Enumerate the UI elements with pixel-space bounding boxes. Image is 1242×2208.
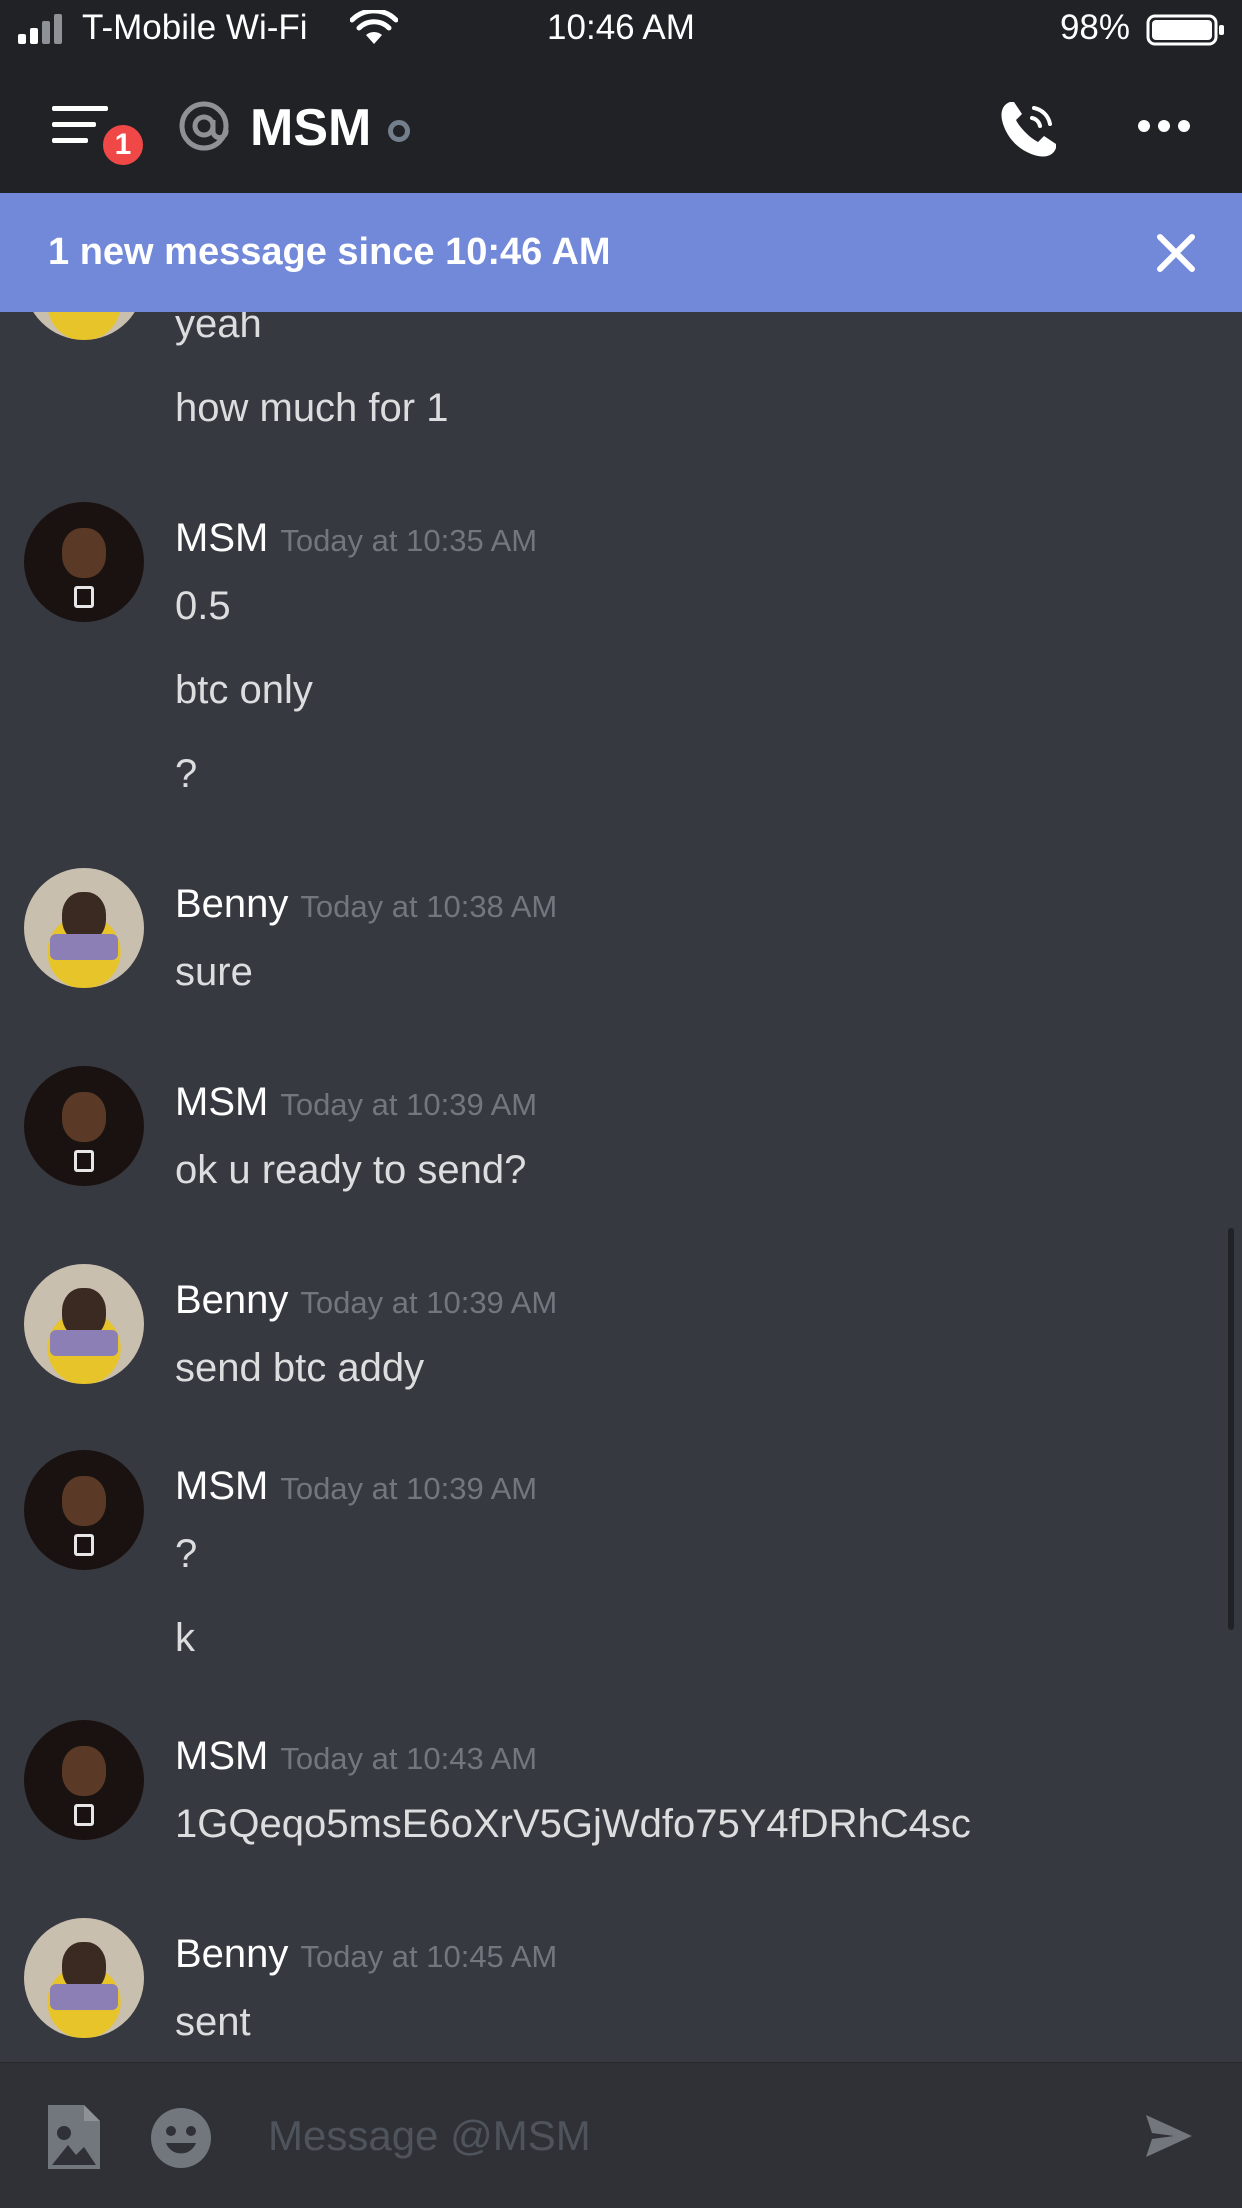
scrollbar[interactable]: [1228, 1228, 1234, 1630]
message-text: sure: [175, 950, 253, 994]
message-input[interactable]: [268, 2101, 1088, 2171]
author-name[interactable]: MSM: [175, 1734, 268, 1778]
message-header: Benny Today at 10:45 AM: [175, 1932, 557, 1977]
call-icon[interactable]: [996, 98, 1060, 162]
message-text: sent: [175, 2000, 251, 2044]
message-timestamp: Today at 10:38 AM: [300, 889, 558, 924]
presence-icon: [388, 120, 410, 142]
emoji-icon[interactable]: [150, 2107, 212, 2169]
author-name[interactable]: MSM: [175, 1080, 268, 1124]
message-timestamp: Today at 10:39 AM: [300, 1285, 558, 1320]
at-icon: [179, 101, 229, 151]
avatar[interactable]: [24, 1066, 144, 1186]
message-timestamp: Today at 10:39 AM: [280, 1471, 538, 1506]
unread-badge: 1: [98, 120, 148, 170]
message-text: 1GQeqo5msE6oXrV5GjWdfo75Y4fDRhC4sc: [175, 1802, 971, 1846]
clock: 10:46 AM: [547, 8, 695, 47]
message-text: 0.5: [175, 584, 231, 628]
avatar[interactable]: [24, 312, 144, 340]
message-timestamp: Today at 10:43 AM: [280, 1741, 538, 1776]
more-icon[interactable]: [1136, 114, 1192, 138]
channel-header: 1 MSM: [0, 56, 1242, 193]
message-composer: [0, 2062, 1242, 2208]
message-text: ?: [175, 1532, 198, 1576]
message-timestamp: Today at 10:45 AM: [300, 1939, 558, 1974]
message-header: Benny Today at 10:39 AM: [175, 1278, 557, 1323]
close-icon[interactable]: [1154, 231, 1198, 275]
avatar[interactable]: [24, 868, 144, 988]
message-header: MSM Today at 10:39 AM: [175, 1080, 537, 1125]
page-title[interactable]: MSM: [250, 98, 371, 158]
message-text: ok u ready to send?: [175, 1148, 527, 1192]
status-bar: T-Mobile Wi-Fi 10:46 AM 98%: [0, 0, 1242, 56]
author-name[interactable]: MSM: [175, 1464, 268, 1508]
author-name[interactable]: Benny: [175, 1932, 288, 1976]
message-text: btc only: [175, 668, 313, 712]
message-text: k: [175, 1616, 195, 1660]
send-icon[interactable]: [1144, 2111, 1194, 2161]
avatar[interactable]: [24, 1450, 144, 1570]
message-header: Benny Today at 10:38 AM: [175, 882, 557, 927]
author-name[interactable]: Benny: [175, 882, 288, 926]
message-text: how much for 1: [175, 386, 449, 430]
author-name[interactable]: Benny: [175, 1278, 288, 1322]
battery-percentage: 98%: [1059, 8, 1130, 47]
message-text: yeah: [175, 312, 262, 346]
message-text: ?: [175, 752, 198, 796]
avatar[interactable]: [24, 1918, 144, 2038]
message-list[interactable]: yeah how much for 1 MSM Today at 10:35 AM…: [0, 312, 1242, 2062]
avatar[interactable]: [24, 1720, 144, 1840]
author-name[interactable]: MSM: [175, 516, 268, 560]
message-timestamp: Today at 10:35 AM: [280, 523, 538, 558]
new-messages-banner[interactable]: 1 new message since 10:46 AM: [0, 193, 1242, 312]
message-text: send btc addy: [175, 1346, 425, 1390]
message-header: MSM Today at 10:39 AM: [175, 1464, 537, 1509]
message-header: MSM Today at 10:35 AM: [175, 516, 537, 561]
avatar[interactable]: [24, 1264, 144, 1384]
avatar[interactable]: [24, 502, 144, 622]
battery-icon: [1146, 14, 1224, 46]
message-header: MSM Today at 10:43 AM: [175, 1734, 537, 1779]
image-icon[interactable]: [44, 2103, 102, 2171]
message-timestamp: Today at 10:39 AM: [280, 1087, 538, 1122]
new-messages-text: 1 new message since 10:46 AM: [48, 231, 611, 273]
